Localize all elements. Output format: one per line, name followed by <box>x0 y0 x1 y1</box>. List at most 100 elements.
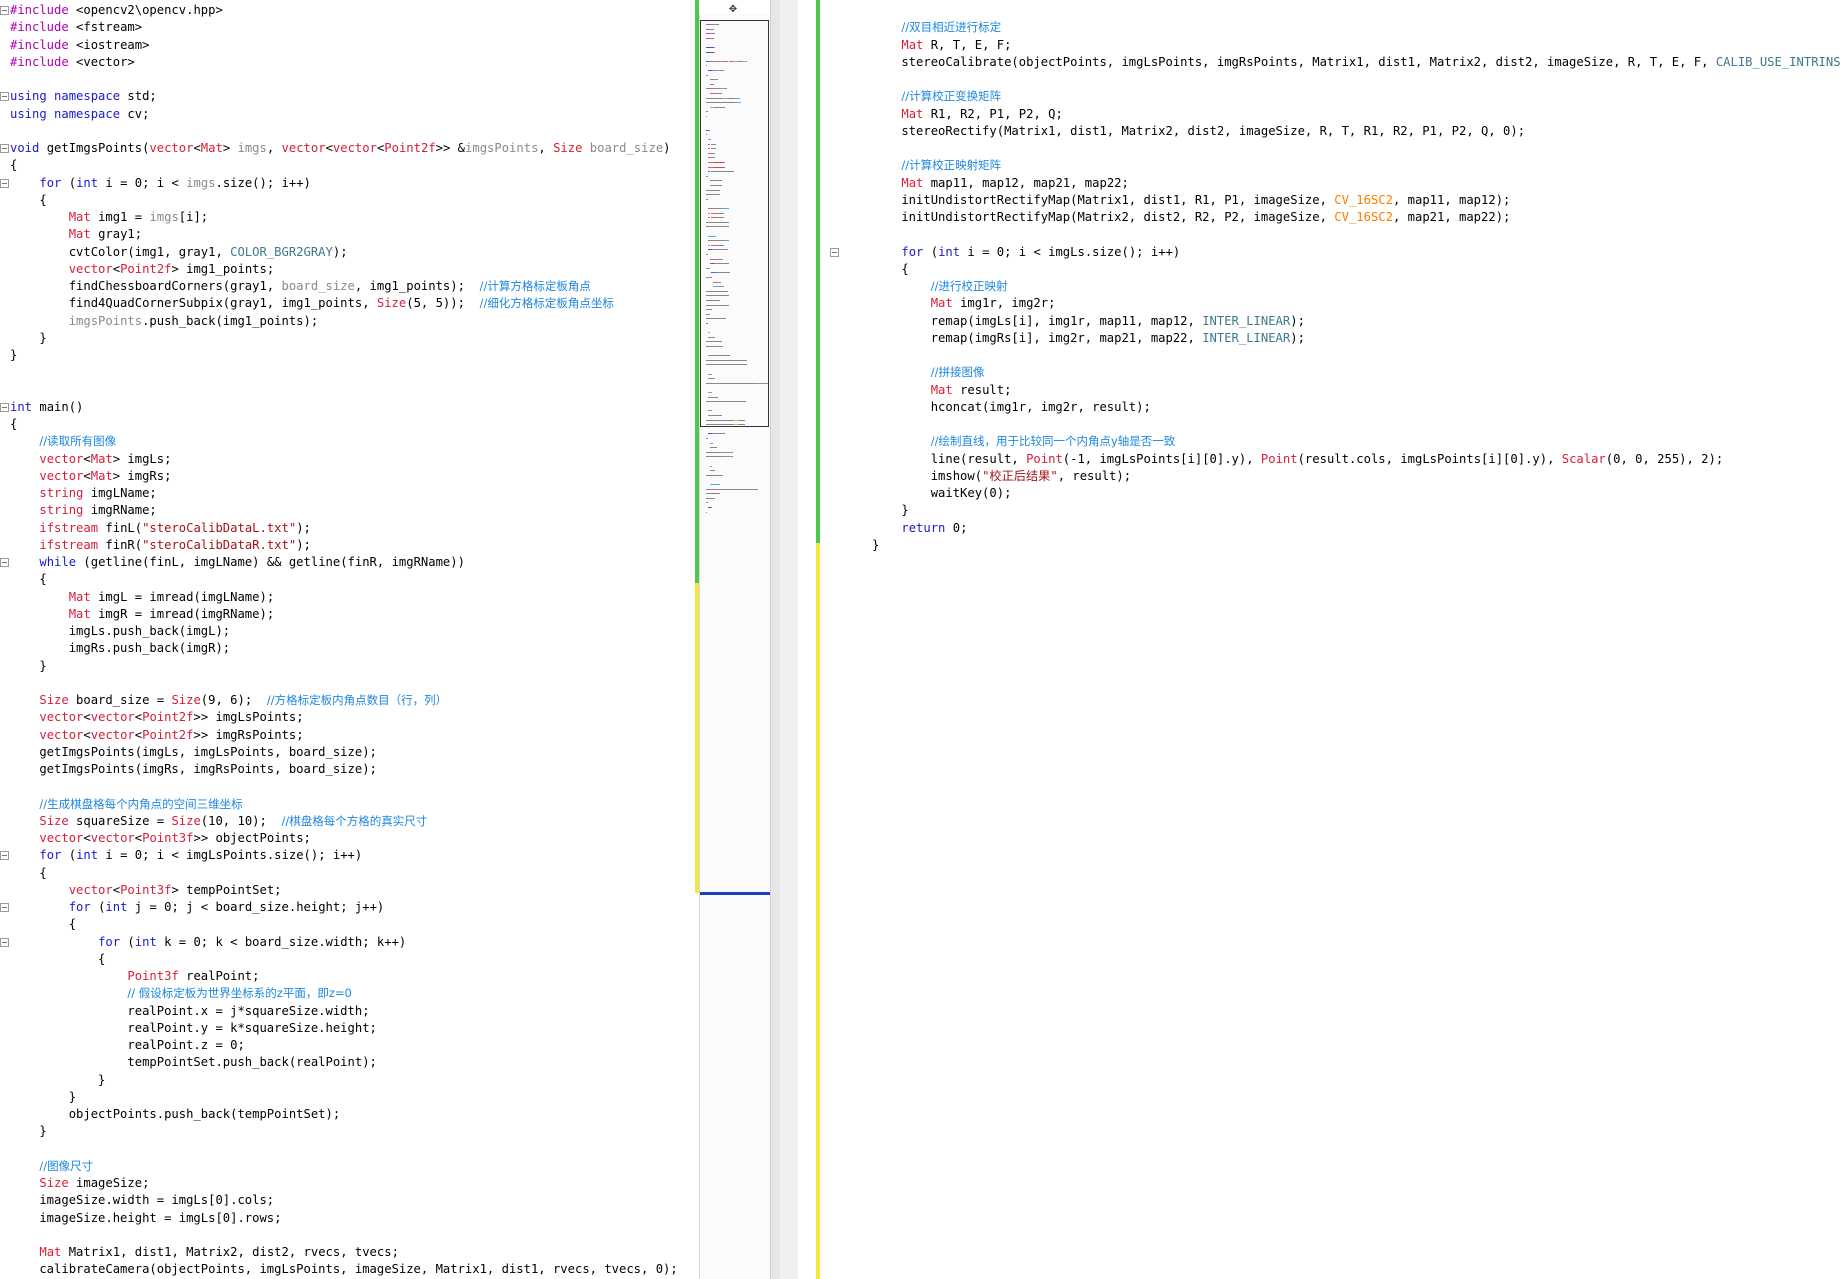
collapse-icon[interactable] <box>0 851 9 861</box>
code-line[interactable] <box>10 1227 678 1244</box>
code-line[interactable]: cvtColor(img1, gray1, COLOR_BGR2GRAY); <box>10 244 678 261</box>
code-line[interactable]: //双目相近进行标定 <box>872 19 1840 36</box>
code-line[interactable]: Point3f realPoint; <box>10 968 678 985</box>
code-line[interactable] <box>872 347 1840 364</box>
code-line[interactable]: vector<vector<Point2f>> imgLsPoints; <box>10 709 678 726</box>
code-line[interactable]: realPoint.z = 0; <box>10 1037 678 1054</box>
code-line[interactable]: { <box>10 571 678 588</box>
code-line[interactable]: Mat img1r, img2r; <box>872 295 1840 312</box>
code-line[interactable]: tempPointSet.push_back(realPoint); <box>10 1054 678 1071</box>
code-line[interactable]: //读取所有图像 <box>10 433 678 450</box>
code-line[interactable] <box>10 382 678 399</box>
code-line[interactable] <box>872 71 1840 88</box>
code-line[interactable]: } <box>10 658 678 675</box>
code-line[interactable] <box>10 675 678 692</box>
code-line[interactable] <box>10 123 678 140</box>
code-line[interactable]: ifstream finR("steroCalibDataR.txt"); <box>10 537 678 554</box>
code-line[interactable]: } <box>10 1089 678 1106</box>
code-line[interactable]: remap(imgLs[i], img1r, map11, map12, INT… <box>872 313 1840 330</box>
code-line[interactable]: for (int i = 0; i < imgLs.size(); i++) <box>830 244 1840 261</box>
code-line[interactable]: //生成棋盘格每个内角点的空间三维坐标 <box>10 796 678 813</box>
code-line[interactable]: Mat result; <box>872 382 1840 399</box>
code-line[interactable]: //进行校正映射 <box>872 278 1840 295</box>
code-line[interactable]: } <box>872 502 1840 519</box>
code-line[interactable]: //计算校正变换矩阵 <box>872 88 1840 105</box>
code-line[interactable]: Size board_size = Size(9, 6); //方格标定板内角点… <box>10 692 678 709</box>
code-line[interactable]: realPoint.y = k*squareSize.height; <box>10 1020 678 1037</box>
code-line[interactable] <box>10 1141 678 1158</box>
code-line[interactable]: calibrateCamera(objectPoints, imgLsPoint… <box>10 1261 677 1278</box>
code-line[interactable] <box>872 226 1840 243</box>
code-line[interactable]: vector<Point3f> tempPointSet; <box>10 882 678 899</box>
minimap-viewport[interactable] <box>700 20 769 427</box>
collapse-icon[interactable] <box>0 92 9 102</box>
code-line[interactable]: #include <opencv2\opencv.hpp> <box>0 2 678 19</box>
code-line[interactable] <box>872 140 1840 157</box>
code-line[interactable]: Size squareSize = Size(10, 10); //棋盘格每个方… <box>10 813 678 830</box>
code-line[interactable]: waitKey(0); <box>872 485 1840 502</box>
code-line[interactable]: line(result, Point(-1, imgLsPoints[i][0]… <box>872 451 1840 468</box>
code-line[interactable]: int main() <box>0 399 678 416</box>
code-line[interactable]: using namespace cv; <box>10 106 678 123</box>
code-line[interactable]: for (int i = 0; i < imgLsPoints.size(); … <box>0 847 678 864</box>
code-line[interactable]: imageSize.height = imgLs[0].rows; <box>10 1210 678 1227</box>
code-line[interactable]: Mat map11, map12, map21, map22; <box>872 175 1840 192</box>
code-line[interactable]: // 假设标定板为世界坐标系的z平面，即z=0 <box>10 985 678 1002</box>
code-line[interactable]: Mat R1, R2, P1, P2, Q; <box>872 106 1840 123</box>
code-line[interactable]: stereoRectify(Matrix1, dist1, Matrix2, d… <box>872 123 1840 140</box>
code-line[interactable]: { <box>10 157 678 174</box>
code-line[interactable]: Mat gray1; <box>10 226 678 243</box>
code-line[interactable]: { <box>10 416 678 433</box>
code-area-left[interactable]: #include <opencv2\opencv.hpp> #include <f… <box>0 2 678 1279</box>
code-line[interactable]: vector<vector<Point3f>> objectPoints; <box>10 830 678 847</box>
code-line[interactable]: //图像尺寸 <box>10 1158 678 1175</box>
code-line[interactable]: find4QuadCornerSubpix(gray1, img1_points… <box>10 295 678 312</box>
code-line[interactable]: Mat Matrix1, dist1, Matrix2, dist2, rvec… <box>10 1244 678 1261</box>
code-line[interactable]: Mat imgL = imread(imgLName); <box>10 589 678 606</box>
code-line[interactable]: realPoint.x = j*squareSize.width; <box>10 1003 678 1020</box>
code-line[interactable]: #include <fstream> <box>10 19 678 36</box>
code-line[interactable]: stereoCalibrate(objectPoints, imgLsPoint… <box>872 54 1840 71</box>
code-line[interactable]: vector<Mat> imgLs; <box>10 451 678 468</box>
collapse-icon[interactable] <box>0 903 9 912</box>
code-line[interactable]: vector<vector<Point2f>> imgRsPoints; <box>10 727 678 744</box>
code-line[interactable]: hconcat(img1r, img2r, result); <box>872 399 1840 416</box>
code-line[interactable]: ifstream finL("steroCalibDataL.txt"); <box>10 520 678 537</box>
code-line[interactable]: imageSize.width = imgLs[0].cols; <box>10 1192 678 1209</box>
code-line[interactable]: while (getline(finL, imgLName) && getlin… <box>0 554 678 571</box>
code-line[interactable]: //绘制直线，用于比较同一个内角点y轴是否一致 <box>872 433 1840 450</box>
code-line[interactable]: { <box>872 261 1840 278</box>
left-editor-pane[interactable]: #include <opencv2\opencv.hpp> #include <f… <box>0 0 694 1279</box>
code-line[interactable]: initUndistortRectifyMap(Matrix1, dist1, … <box>872 192 1840 209</box>
collapse-icon[interactable] <box>830 247 839 257</box>
code-line[interactable]: Mat img1 = imgs[i]; <box>10 209 678 226</box>
code-line[interactable]: Size imageSize; <box>10 1175 678 1192</box>
code-line[interactable] <box>872 2 1840 19</box>
code-line[interactable]: Mat R, T, E, F; <box>872 37 1840 54</box>
code-line[interactable]: vector<Mat> imgRs; <box>10 468 678 485</box>
code-line[interactable]: return 0; <box>872 520 1840 537</box>
code-line[interactable]: initUndistortRectifyMap(Matrix2, dist2, … <box>872 209 1840 226</box>
code-area-right[interactable]: //双目相近进行标定 Mat R, T, E, F; stereoCalibra… <box>830 2 1840 554</box>
code-line[interactable]: } <box>10 347 678 364</box>
code-line[interactable]: vector<Point2f> img1_points; <box>10 261 678 278</box>
code-line[interactable]: for (int i = 0; i < imgs.size(); i++) <box>0 175 678 192</box>
code-line[interactable]: using namespace std; <box>0 88 678 105</box>
collapse-icon[interactable] <box>0 937 9 947</box>
code-line[interactable] <box>10 71 678 88</box>
collapse-icon[interactable] <box>0 144 9 153</box>
code-line[interactable]: { <box>10 192 678 209</box>
code-line[interactable]: imgLs.push_back(imgL); <box>10 623 678 640</box>
code-line[interactable]: Mat imgR = imread(imgRName); <box>10 606 678 623</box>
code-line[interactable]: } <box>10 1072 678 1089</box>
code-line[interactable]: //拼接图像 <box>872 364 1840 381</box>
code-line[interactable]: imgRs.push_back(imgR); <box>10 640 678 657</box>
code-minimap[interactable] <box>699 14 770 1279</box>
code-line[interactable]: { <box>10 951 678 968</box>
code-line[interactable]: findChessboardCorners(gray1, board_size,… <box>10 278 678 295</box>
code-line[interactable] <box>10 364 678 381</box>
code-line[interactable]: } <box>872 537 1840 554</box>
right-editor-pane[interactable]: //双目相近进行标定 Mat R, T, E, F; stereoCalibra… <box>820 0 1840 1279</box>
code-line[interactable]: for (int j = 0; j < board_size.height; j… <box>0 899 678 916</box>
code-line[interactable]: getImgsPoints(imgLs, imgLsPoints, board_… <box>10 744 678 761</box>
